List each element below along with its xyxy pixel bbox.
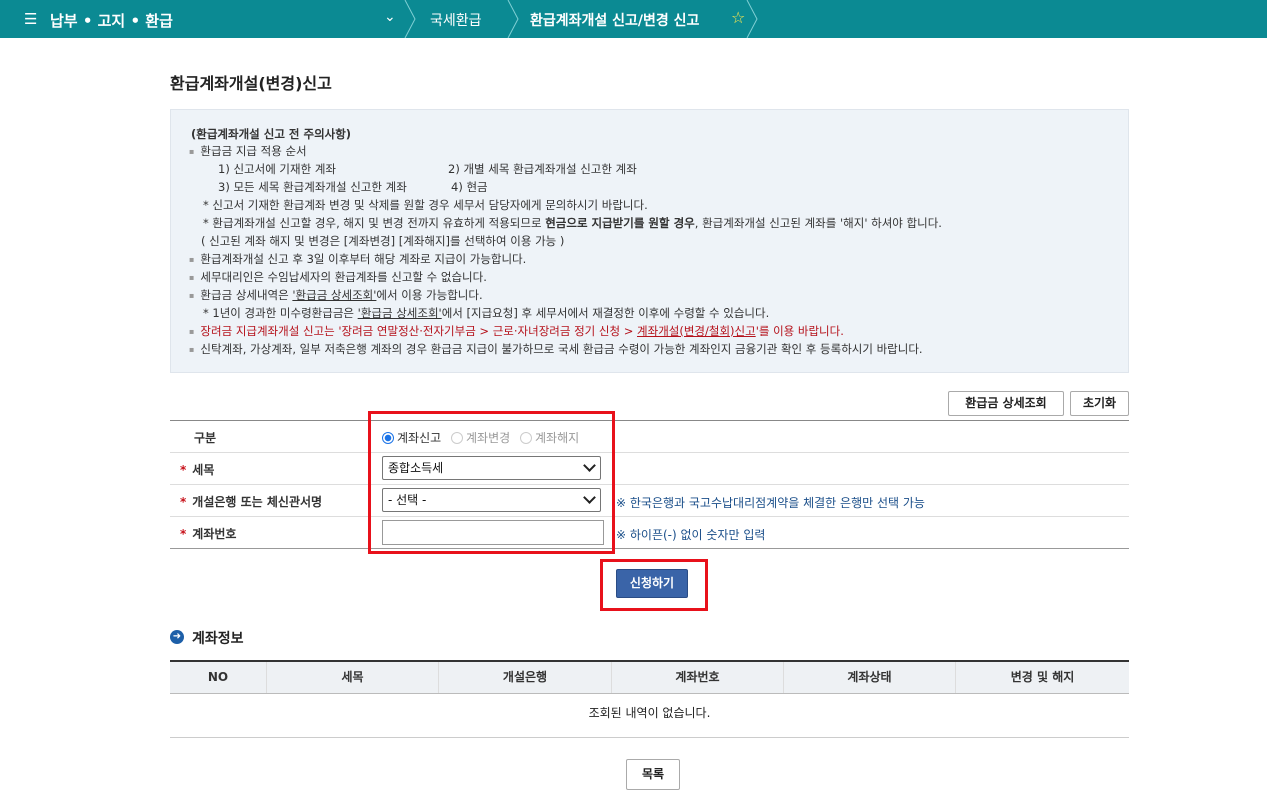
table-bottom-border	[170, 737, 1129, 738]
refund-detail-button[interactable]: 환급금 상세조회	[948, 391, 1064, 416]
column-header: 세목	[267, 662, 439, 693]
hamburger-menu-icon[interactable]: ☰	[24, 11, 37, 27]
form-bottom-border	[170, 548, 1129, 549]
notice-line: * 1년이 경과한 미수령환급금은 '환급금 상세조회'에서 [지급요청] 후 …	[203, 306, 770, 320]
account-number-label: * 계좌번호	[180, 527, 237, 541]
notice-box: (환급계좌개설 신고 전 주의사항) 환급금 지급 적용 순서 1) 신고서에 …	[170, 109, 1129, 373]
notice-line: 2) 개별 세목 환급계좌개설 신고한 계좌	[448, 162, 637, 176]
breadcrumb-separator-icon	[746, 0, 758, 38]
breadcrumb-separator-icon	[507, 0, 519, 38]
breadcrumb-current-page[interactable]: 환급계좌개설 신고/변경 신고	[530, 10, 699, 30]
refund-detail-link[interactable]: '환급금 상세조회'	[358, 306, 442, 320]
notice-line: 환급금 상세내역은 '환급금 상세조회'에서 이용 가능합니다.	[189, 287, 482, 303]
column-header: 변경 및 해지	[1010, 670, 1075, 684]
notice-line: * 신고서 기재한 환급계좌 변경 및 삭제를 원할 경우 세무서 담당자에게 …	[203, 198, 648, 212]
column-header: 계좌번호	[612, 662, 784, 693]
notice-line: 환급금 지급 적용 순서	[189, 143, 306, 159]
tax-item-label: * 세목	[180, 463, 215, 477]
bank-label: * 개설은행 또는 체신관서명	[180, 495, 323, 509]
notice-line: * 환급계좌개설 신고할 경우, 해지 및 변경 전까지 유효하게 적용되므로 …	[203, 216, 942, 230]
breadcrumb-separator-icon	[404, 0, 416, 38]
highlight-box-form	[368, 411, 615, 554]
notice-heading: (환급계좌개설 신고 전 주의사항)	[191, 127, 352, 141]
breadcrumb-tax-refund[interactable]: 국세환급	[430, 10, 482, 30]
chevron-down-icon[interactable]: ⌄	[384, 9, 396, 25]
row-divider	[170, 452, 1129, 453]
form-top-border	[170, 420, 1129, 421]
bank-hint: ※ 한국은행과 국고수납대리점계약을 체결한 은행만 선택 가능	[616, 496, 925, 510]
column-header: 계좌상태	[784, 662, 956, 693]
reset-button[interactable]: 초기화	[1070, 391, 1129, 416]
account-section-title: 계좌정보	[192, 631, 244, 647]
notice-line: 세무대리인은 수임납세자의 환급계좌를 신고할 수 없습니다.	[189, 269, 486, 285]
account-table-header: NO 세목 개설은행 계좌번호 계좌상태 변경 및 해지	[170, 662, 1129, 694]
list-button[interactable]: 목록	[626, 759, 680, 790]
column-header: NO	[170, 662, 267, 693]
row-divider	[170, 516, 1129, 517]
refund-detail-link[interactable]: '환급금 상세조회'	[292, 288, 376, 302]
menu-title[interactable]: 납부 • 고지 • 환급	[50, 10, 173, 31]
notice-line: 1) 신고서에 기재한 계좌	[218, 162, 336, 176]
page-title: 환급계좌개설(변경)신고	[170, 74, 332, 93]
account-open-link[interactable]: 계좌개설(변경/철회)신고	[637, 324, 756, 338]
notice-line: 3) 모든 세목 환급계좌개설 신고한 계좌	[218, 180, 407, 194]
row-divider	[170, 484, 1129, 485]
notice-line: ( 신고된 계좌 해지 및 변경은 [계좌변경] [계좌해지]를 선택하여 이용…	[201, 234, 565, 248]
top-navigation-bar: ☰ 납부 • 고지 • 환급 ⌄ 국세환급 환급계좌개설 신고/변경 신고 ☆	[0, 0, 1267, 38]
notice-line: 환급계좌개설 신고 후 3일 이후부터 해당 계좌로 지급이 가능합니다.	[189, 251, 526, 267]
type-label: 구분	[194, 431, 217, 445]
highlight-box-submit	[600, 559, 708, 611]
account-hint: ※ 하이픈(-) 없이 숫자만 입력	[616, 528, 766, 542]
arrow-right-circle-icon: ➜	[170, 630, 184, 644]
empty-table-message: 조회된 내역이 없습니다.	[588, 706, 711, 720]
notice-line: 4) 현금	[451, 180, 488, 194]
star-favorite-icon[interactable]: ☆	[731, 8, 745, 27]
notice-line-incentive: 장려금 지급계좌개설 신고는 '장려금 연말정산·전자기부금 > 근로·자녀장려…	[189, 323, 843, 339]
column-header: 개설은행	[439, 662, 612, 693]
notice-line: 신탁계좌, 가상계좌, 일부 저축은행 계좌의 경우 환급금 지급이 불가하므로…	[189, 341, 922, 357]
